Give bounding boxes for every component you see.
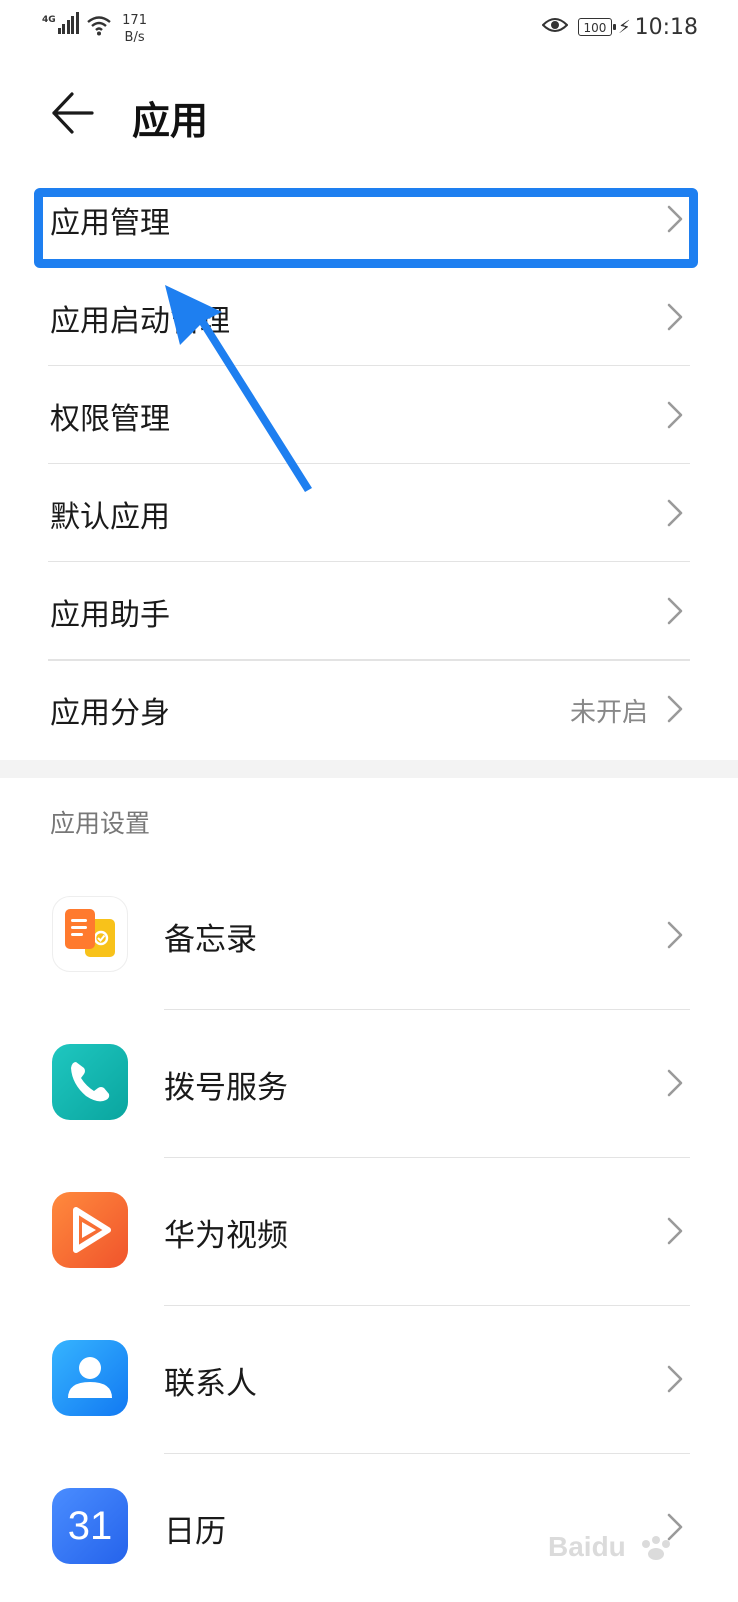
chevron-right-icon: [667, 401, 683, 429]
chevron-right-icon: [667, 921, 683, 949]
eye-comfort-icon: [541, 16, 569, 38]
menu-item-label: 权限管理: [50, 402, 170, 437]
chevron-right-icon: [667, 205, 683, 233]
video-play-icon: [52, 1192, 128, 1268]
chevron-right-icon: [667, 303, 683, 331]
signal-icon: [57, 12, 81, 34]
app-label: 日历: [164, 1514, 226, 1550]
menu-item-label: 应用管理: [50, 206, 170, 241]
app-item-contacts[interactable]: 联系人: [0, 1306, 738, 1454]
menu-item-permissions[interactable]: 权限管理: [0, 366, 738, 464]
app-twin-status: 未开启: [569, 698, 648, 728]
speed-value: 171: [122, 13, 147, 28]
battery-icon: 100: [577, 18, 616, 36]
header: 应用: [0, 80, 738, 150]
app-label: 备忘录: [164, 922, 257, 958]
network-speed: 171 B/s: [122, 12, 147, 46]
status-right: 100 ⚡ 10:18: [541, 12, 698, 42]
chevron-right-icon: [667, 1217, 683, 1245]
menu-item-label: 应用启动管理: [50, 304, 230, 339]
divider: [48, 660, 690, 661]
menu-item-app-twin[interactable]: 应用分身 未开启: [0, 660, 738, 758]
speed-unit: B/s: [124, 30, 145, 45]
menu-item-app-assistant[interactable]: 应用助手: [0, 562, 738, 660]
clock: 10:18: [634, 14, 698, 40]
chevron-right-icon: [667, 1069, 683, 1097]
menu-item-app-management[interactable]: 应用管理: [0, 170, 738, 268]
arrow-left-icon: [52, 92, 94, 134]
menu-item-label: 应用分身: [50, 696, 170, 731]
contacts-icon: [52, 1340, 128, 1416]
chevron-right-icon: [667, 499, 683, 527]
svg-text:Baidu: Baidu: [548, 1531, 626, 1562]
menu-item-label: 默认应用: [50, 500, 170, 535]
chevron-right-icon: [667, 695, 683, 723]
section-separator: [0, 760, 738, 778]
app-item-huawei-video[interactable]: 华为视频: [0, 1158, 738, 1306]
menu-item-default-apps[interactable]: 默认应用: [0, 464, 738, 562]
phone-icon: [52, 1044, 128, 1120]
notes-icon: [52, 896, 128, 972]
back-button[interactable]: [48, 88, 98, 138]
status-bar: 4G 171 B/s 100 ⚡ 10:18: [0, 0, 738, 56]
charging-icon: ⚡: [617, 16, 631, 38]
app-label: 华为视频: [164, 1218, 288, 1254]
wifi-icon: [86, 14, 112, 40]
baidu-watermark-logo: Baidu: [548, 1524, 698, 1578]
menu-item-label: 应用助手: [50, 598, 170, 633]
menu-list: 应用管理 应用启动管理 权限管理 默认应用 应用助手 应用分身 未开启: [0, 170, 738, 758]
app-label: 拨号服务: [164, 1070, 288, 1106]
page-title: 应用: [132, 99, 209, 143]
calendar-icon: 31: [52, 1488, 128, 1564]
section-title-app-settings: 应用设置: [50, 809, 151, 838]
app-label: 联系人: [164, 1366, 257, 1402]
network-type: 4G: [42, 15, 56, 25]
status-left: 4G 171 B/s: [42, 12, 147, 46]
app-item-notes[interactable]: 备忘录: [0, 862, 738, 1010]
chevron-right-icon: [667, 1365, 683, 1393]
menu-item-app-launch[interactable]: 应用启动管理: [0, 268, 738, 366]
app-item-dialer[interactable]: 拨号服务: [0, 1010, 738, 1158]
chevron-right-icon: [667, 597, 683, 625]
app-settings-list: 备忘录 拨号服务 华为视频 联系人 31 日历: [0, 862, 738, 1602]
